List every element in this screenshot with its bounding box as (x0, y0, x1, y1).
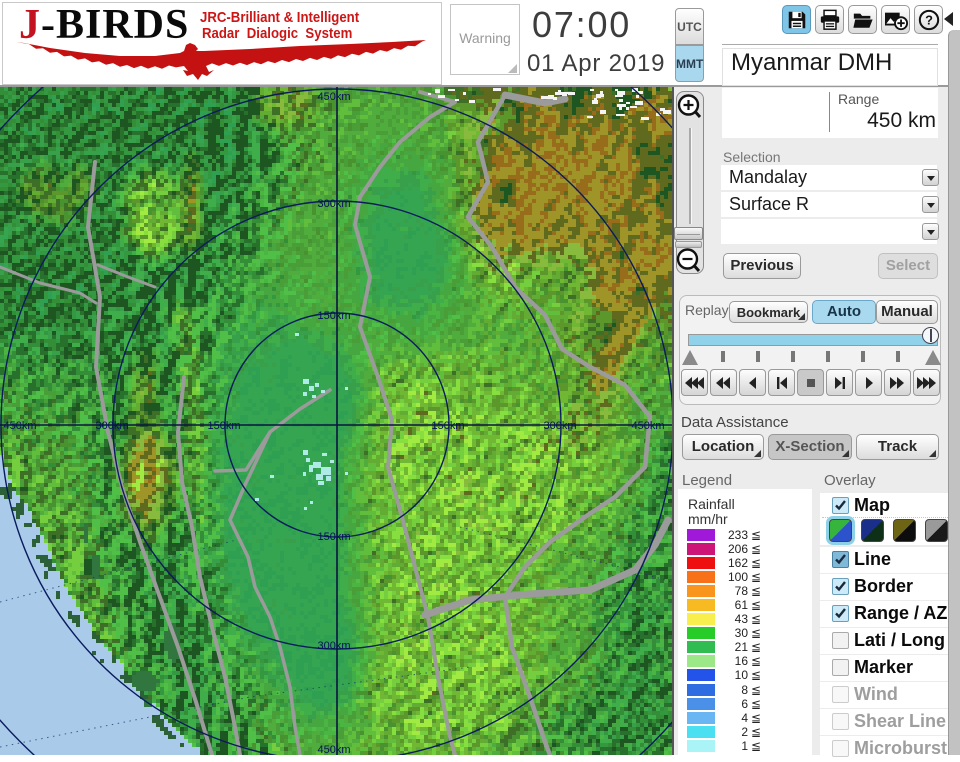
svg-text:?: ? (925, 13, 933, 28)
svg-text:150km: 150km (207, 420, 240, 432)
svg-text:450km: 450km (3, 420, 36, 432)
svg-text:450km: 450km (317, 91, 350, 103)
svg-text:150km: 150km (317, 310, 350, 322)
svg-text:300km: 300km (543, 420, 576, 432)
svg-text:450km: 450km (317, 744, 350, 755)
svg-text:300km: 300km (317, 198, 350, 210)
svg-text:300km: 300km (317, 640, 350, 652)
svg-text:300km: 300km (95, 420, 128, 432)
svg-text:150km: 150km (431, 420, 464, 432)
svg-text:150km: 150km (317, 531, 350, 543)
svg-text:450km: 450km (631, 420, 664, 432)
